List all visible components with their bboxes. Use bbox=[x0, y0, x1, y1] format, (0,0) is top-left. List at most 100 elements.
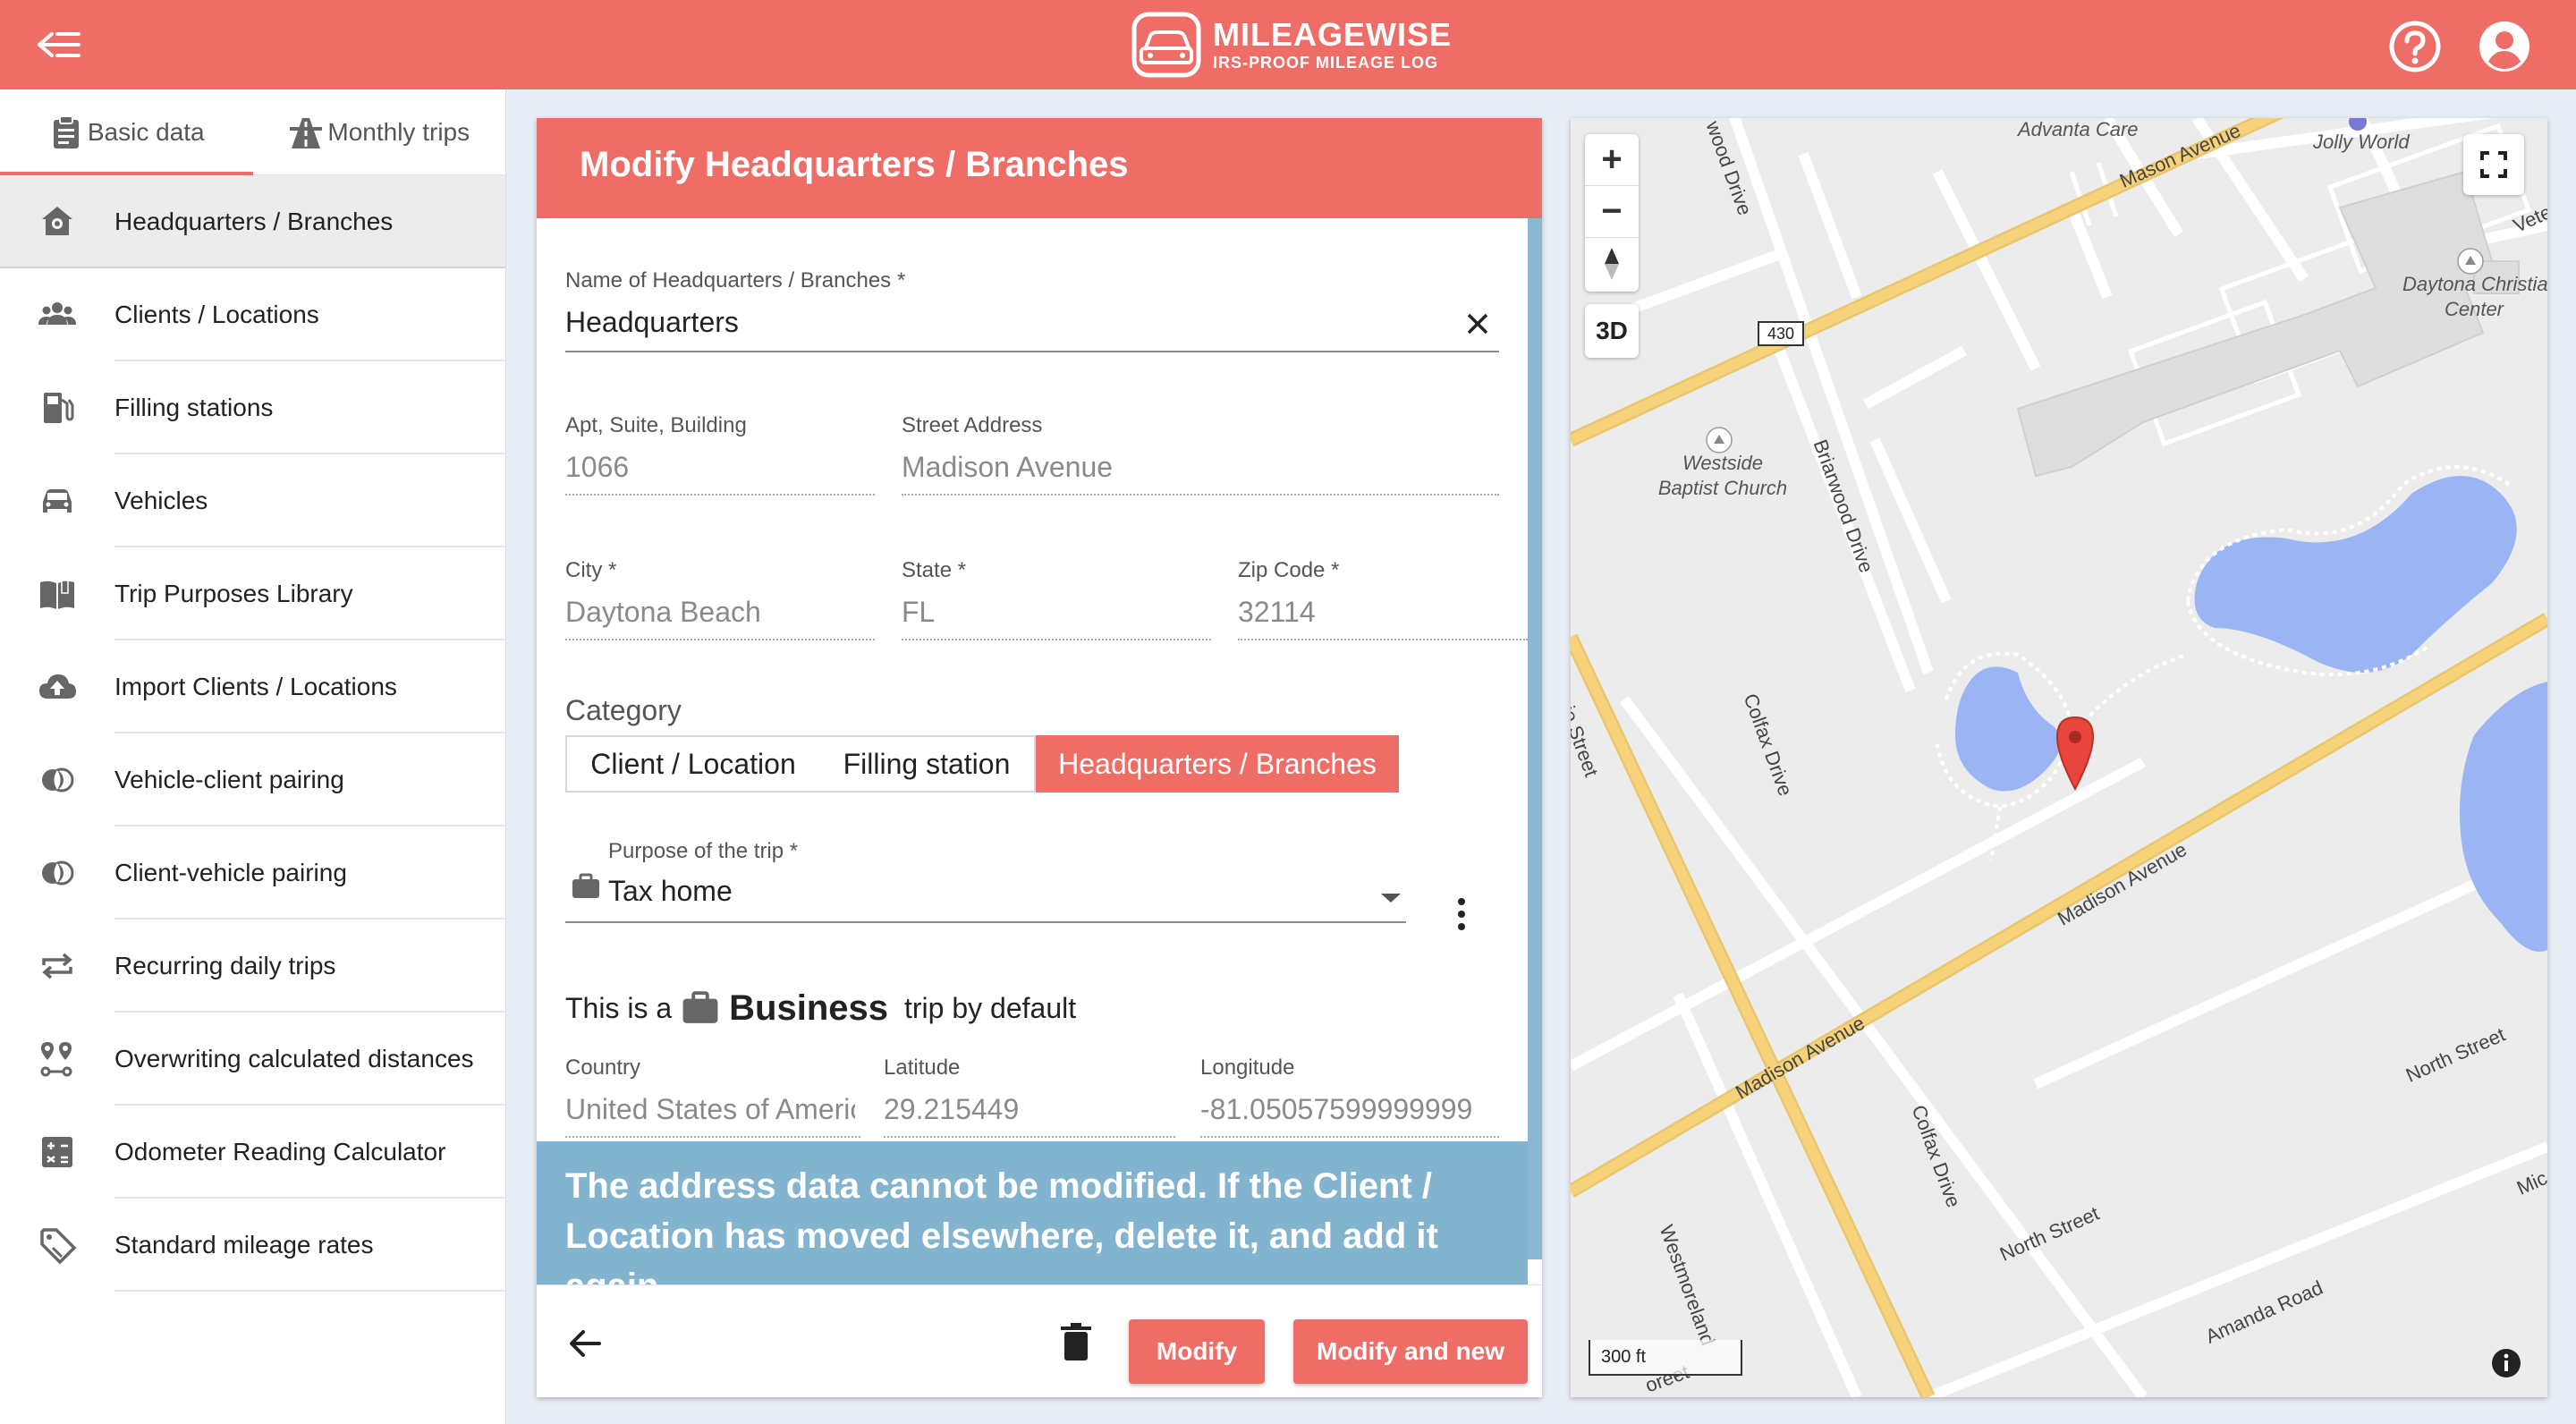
sidebar-item-label: Odometer Reading Calculator bbox=[114, 1138, 446, 1165]
collapse-menu-icon[interactable] bbox=[36, 25, 89, 64]
sidebar-item-filling-stations[interactable]: Filling stations bbox=[0, 361, 505, 454]
arrow-back-icon[interactable] bbox=[564, 1321, 608, 1366]
form-title: Modify Headquarters / Branches bbox=[580, 145, 1129, 184]
zip-field: 32114 bbox=[1238, 596, 1316, 628]
map-3d-button[interactable]: 3D bbox=[1585, 304, 1639, 358]
sidebar-item-headquarters[interactable]: Headquarters / Branches bbox=[0, 175, 505, 268]
info-icon[interactable] bbox=[2490, 1347, 2522, 1379]
category-filling-station[interactable]: Filling station bbox=[819, 735, 1036, 793]
top-bar: MILEAGEWISE IRS-PROOF MILEAGE LOG bbox=[0, 0, 2576, 89]
home-pin-icon bbox=[42, 207, 72, 235]
modify-and-new-button[interactable]: Modify and new bbox=[1293, 1319, 1528, 1384]
modify-form-card: Modify Headquarters / Branches Name of H… bbox=[537, 118, 1542, 1397]
clear-icon[interactable] bbox=[1460, 306, 1496, 342]
address-notice: The address data cannot be modified. If … bbox=[537, 1141, 1528, 1292]
sidebar-item-label: Trip Purposes Library bbox=[114, 580, 353, 607]
place-label-line: Baptist Church bbox=[1657, 477, 1788, 499]
app-subtitle: IRS-PROOF MILEAGE LOG bbox=[1213, 54, 1439, 72]
place-label-daytona-christian: Daytona Christian Center bbox=[2402, 272, 2547, 322]
city-underline bbox=[565, 639, 875, 640]
apt-field: 1066 bbox=[565, 451, 630, 483]
logo-car-icon bbox=[1131, 12, 1201, 78]
sidebar-item-label: Filling stations bbox=[114, 394, 274, 421]
map-canvas[interactable]: 430 bbox=[1571, 118, 2547, 1397]
calculator-icon bbox=[42, 1137, 72, 1167]
sidebar-item-vehicle-client-pairing[interactable]: Vehicle-client pairing bbox=[0, 733, 505, 826]
zoom-controls: + − bbox=[1585, 134, 1639, 292]
repeat-icon bbox=[42, 953, 72, 979]
purpose-field-label: Purpose of the trip * bbox=[608, 839, 799, 863]
trip-type-sentence: This is a Business trip by default bbox=[565, 977, 1076, 1039]
latitude-field: 29.215449 bbox=[884, 1093, 1020, 1125]
apt-underline bbox=[565, 494, 875, 496]
sidebar-item-label: Clients / Locations bbox=[114, 301, 319, 328]
sidebar-item-odometer-calculator[interactable]: Odometer Reading Calculator bbox=[0, 1106, 505, 1199]
book-icon bbox=[40, 580, 74, 609]
longitude-field-label: Longitude bbox=[1200, 1055, 1295, 1080]
people-icon bbox=[38, 302, 76, 325]
sidebar-item-clients[interactable]: Clients / Locations bbox=[0, 268, 505, 361]
form-scrollbar[interactable] bbox=[1528, 218, 1542, 1259]
category-client-location[interactable]: Client / Location bbox=[565, 735, 821, 793]
state-field-label: State * bbox=[902, 558, 967, 582]
road-icon bbox=[290, 117, 323, 148]
price-tag-icon bbox=[40, 1228, 77, 1265]
place-label-jolly-world: Jolly World bbox=[2313, 131, 2410, 153]
side-tabs: Basic data Monthly trips bbox=[0, 89, 505, 175]
zoom-in-button[interactable]: + bbox=[1585, 134, 1639, 186]
name-input[interactable]: Headquarters bbox=[565, 306, 1442, 339]
street-field-label: Street Address bbox=[902, 413, 1043, 437]
purpose-select[interactable]: Tax home bbox=[608, 875, 1342, 908]
category-headquarters[interactable]: Headquarters / Branches bbox=[1036, 735, 1399, 793]
briefcase-icon bbox=[682, 991, 718, 1023]
place-label-advanta-care: Advanta Care bbox=[2018, 118, 2139, 140]
sidebar-item-mileage-rates[interactable]: Standard mileage rates bbox=[0, 1199, 505, 1292]
sidebar-item-trip-purposes[interactable]: Trip Purposes Library bbox=[0, 547, 505, 640]
side-panel: Basic data Monthly trips Headquarters / … bbox=[0, 89, 506, 1424]
trip-type-prefix: This is a bbox=[565, 991, 673, 1024]
tab-basic-data[interactable]: Basic data bbox=[0, 89, 253, 175]
location-pin-icon[interactable] bbox=[2055, 716, 2095, 792]
latitude-field-label: Latitude bbox=[884, 1055, 961, 1080]
zip-field-label: Zip Code * bbox=[1238, 558, 1340, 582]
cloud-upload-icon bbox=[39, 674, 76, 699]
account-icon[interactable] bbox=[2478, 20, 2531, 73]
route-shield-label: 430 bbox=[1767, 325, 1794, 343]
fullscreen-button[interactable] bbox=[2463, 134, 2524, 195]
apt-field-label: Apt, Suite, Building bbox=[565, 413, 747, 437]
sidebar-item-vehicles[interactable]: Vehicles bbox=[0, 454, 505, 547]
map-view[interactable]: 430 Advanta Care Jolly World Daytona Chr… bbox=[1571, 118, 2547, 1397]
sidebar-item-label: Import Clients / Locations bbox=[114, 673, 397, 700]
trash-icon[interactable] bbox=[1054, 1319, 1098, 1364]
clipboard-icon bbox=[53, 114, 79, 148]
zoom-out-button[interactable]: − bbox=[1585, 186, 1639, 238]
street-underline bbox=[902, 494, 1499, 496]
sidebar-item-label: Headquarters / Branches bbox=[114, 208, 394, 235]
modify-button[interactable]: Modify bbox=[1129, 1319, 1265, 1384]
fullscreen-icon bbox=[2480, 151, 2507, 178]
sidebar-item-overwriting-distances[interactable]: Overwriting calculated distances bbox=[0, 1013, 505, 1106]
sidebar-item-client-vehicle-pairing[interactable]: Client-vehicle pairing bbox=[0, 826, 505, 920]
trip-type-value: Business bbox=[729, 987, 888, 1028]
help-icon[interactable] bbox=[2388, 20, 2442, 73]
latitude-underline bbox=[884, 1136, 1175, 1138]
sidebar-item-label: Standard mileage rates bbox=[114, 1231, 374, 1259]
more-vertical-icon[interactable] bbox=[1444, 891, 1479, 937]
place-label-westside-baptist: Westside Baptist Church bbox=[1651, 451, 1794, 501]
compass-button[interactable] bbox=[1585, 238, 1639, 290]
app-logo[interactable]: MILEAGEWISE IRS-PROOF MILEAGE LOG bbox=[1131, 11, 1452, 79]
app-title: MILEAGEWISE bbox=[1213, 16, 1453, 53]
trip-type-suffix: trip by default bbox=[904, 991, 1077, 1024]
sidebar-item-recurring-trips[interactable]: Recurring daily trips bbox=[0, 920, 505, 1013]
city-field-label: City * bbox=[565, 558, 617, 582]
longitude-underline bbox=[1200, 1136, 1499, 1138]
car-icon bbox=[43, 489, 72, 513]
sidebar-item-import-clients[interactable]: Import Clients / Locations bbox=[0, 640, 505, 733]
chevron-down-icon[interactable] bbox=[1377, 889, 1404, 907]
state-field: FL bbox=[902, 596, 936, 628]
tab-monthly-trips[interactable]: Monthly trips bbox=[253, 89, 506, 174]
compass-icon bbox=[1605, 248, 1619, 280]
zoom-out-label: − bbox=[1601, 191, 1623, 231]
pairing-icon bbox=[42, 767, 74, 793]
briefcase-icon bbox=[572, 873, 599, 898]
